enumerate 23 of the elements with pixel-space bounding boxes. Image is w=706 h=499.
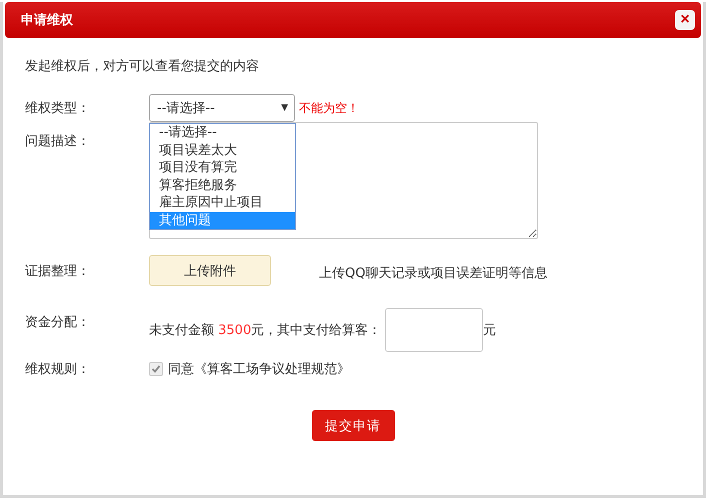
dropdown-option[interactable]: --请选择-- bbox=[150, 124, 295, 142]
dropdown-option[interactable]: 雇主原因中止项目 bbox=[150, 194, 295, 212]
error-text: 不能为空！ bbox=[299, 100, 359, 116]
field-label: 维权规则： bbox=[25, 361, 91, 378]
field-label: 维权类型： bbox=[25, 100, 91, 117]
unit-text: 元 bbox=[483, 322, 496, 339]
field-label: 证据整理： bbox=[25, 262, 91, 280]
close-button[interactable]: × bbox=[675, 10, 695, 30]
funds-text: 未支付金额 3500元，其中支付给算客： bbox=[149, 322, 382, 339]
dropdown-option[interactable]: 算客拒绝服务 bbox=[150, 176, 295, 194]
field-label: 问题描述： bbox=[25, 133, 91, 150]
type-select[interactable]: --请选择-- ▼ bbox=[149, 94, 295, 122]
field-label: 资金分配： bbox=[25, 314, 91, 331]
intro-text: 发起维权后，对方可以查看您提交的内容 bbox=[25, 58, 260, 76]
submit-button[interactable]: 提交申请 bbox=[312, 410, 394, 441]
agreement-text: 同意《算客工场争议处理规范》 bbox=[168, 361, 350, 378]
dropdown-option[interactable]: 项目误差太大 bbox=[150, 142, 295, 159]
dropdown-option[interactable]: 项目没有算完 bbox=[150, 159, 295, 176]
agree-checkbox[interactable] bbox=[149, 362, 163, 376]
upload-hint: 上传QQ聊天记录或项目误差证明等信息 bbox=[319, 264, 548, 282]
upload-button[interactable]: 上传附件 bbox=[149, 255, 271, 286]
dialog-title: 申请维权 bbox=[21, 12, 73, 29]
amount-field[interactable] bbox=[385, 308, 484, 352]
